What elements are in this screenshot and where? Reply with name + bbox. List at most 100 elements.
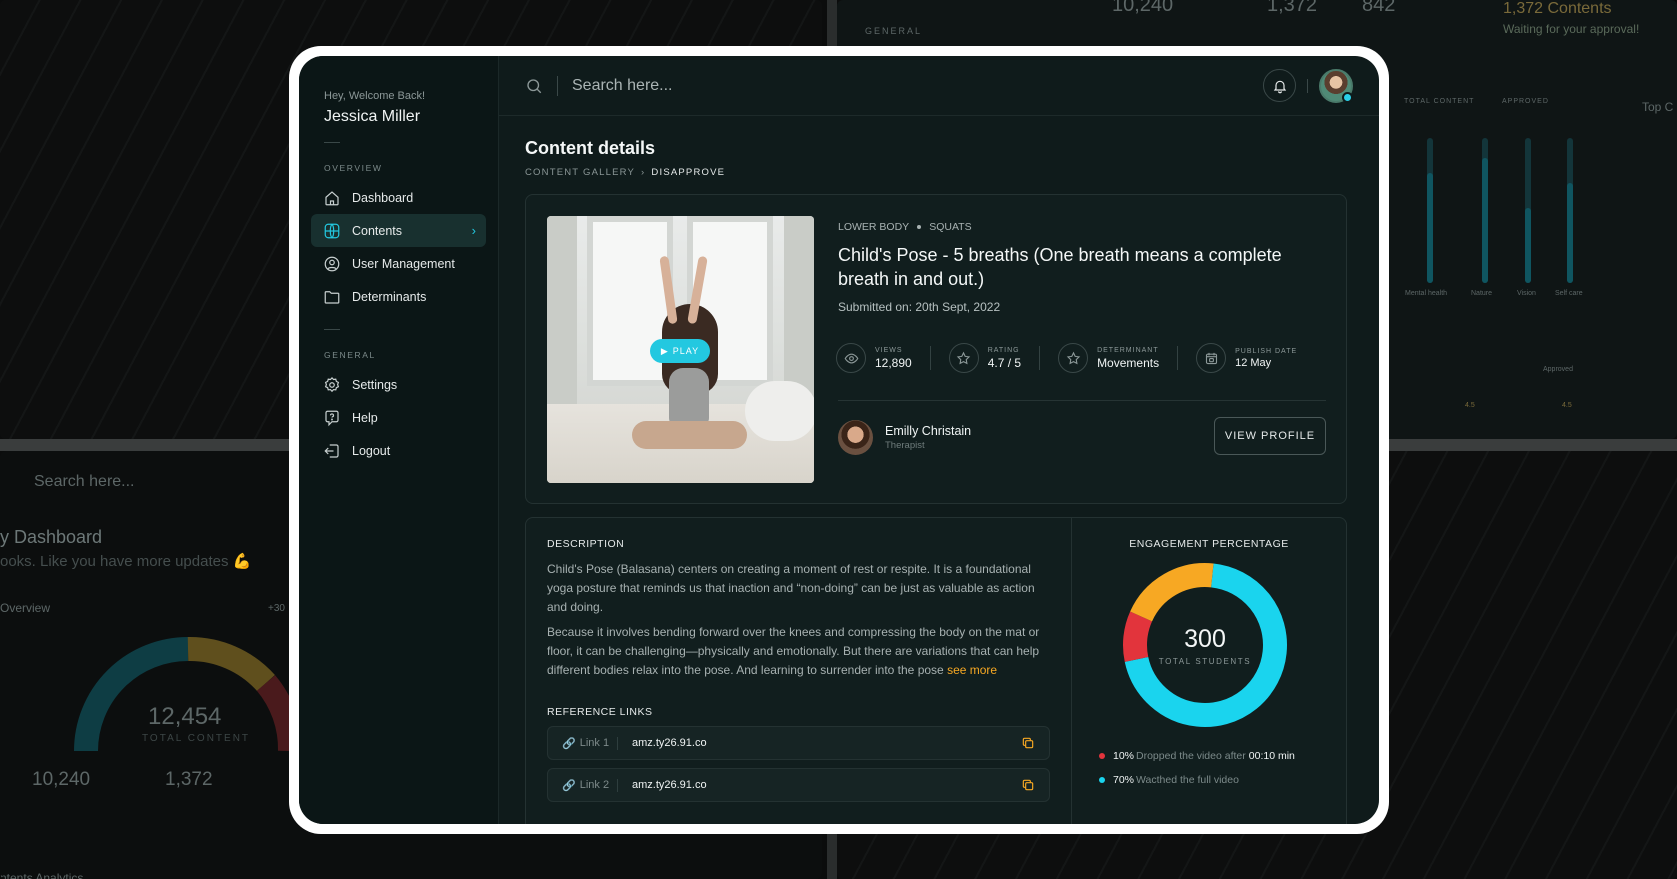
total-students-value: 300 — [1184, 624, 1226, 653]
total-students-label: TOTAL STUDENTS — [1158, 656, 1252, 666]
play-icon: ▶ — [660, 345, 669, 356]
breadcrumb-current: DISAPPROVE — [651, 167, 726, 178]
stat-label: PUBLISH DATE — [1235, 347, 1298, 355]
stat-label: DETERMINANT — [1097, 346, 1159, 354]
sidebar-divider — [324, 142, 340, 143]
breadcrumb-link[interactable]: CONTENT GALLERY — [525, 167, 635, 178]
copy-icon[interactable] — [1021, 778, 1035, 792]
description-paragraph: Child's Pose (Balasana) centers on creat… — [547, 562, 1035, 614]
main-content: Content details CONTENT GALLERY › DISAPP… — [499, 56, 1379, 824]
sidebar-item-dashboard[interactable]: Dashboard — [311, 181, 486, 214]
see-more-link[interactable]: see more — [947, 663, 997, 677]
tag: SQUATS — [929, 221, 972, 233]
sidebar-item-contents[interactable]: Contents › — [311, 214, 486, 247]
home-icon — [325, 190, 339, 205]
bg-bar — [1427, 138, 1433, 283]
breadcrumb: CONTENT GALLERY › DISAPPROVE — [525, 167, 725, 178]
engagement-heading: ENGAGEMENT PERCENTAGE — [1129, 538, 1289, 550]
bullet-separator — [917, 225, 922, 229]
stat-views: VIEWS 12,890 — [836, 343, 912, 373]
bell-icon — [1273, 80, 1286, 93]
legend-item: 10% Dropped the video after 00:10 min — [1099, 750, 1295, 762]
reference-links-heading: REFERENCE LINKS — [547, 706, 653, 718]
globe-icon — [324, 223, 340, 238]
legend-item: 70% Wacthed the full video — [1099, 774, 1295, 786]
sidebar-item-label: Help — [352, 410, 378, 425]
person-body-shape — [669, 368, 709, 426]
user-icon — [324, 256, 340, 271]
bg-bar-label: Vision — [1517, 290, 1536, 297]
sidebar: Hey, Welcome Back! Jessica Miller OVERVI… — [299, 56, 499, 824]
help-icon — [325, 410, 339, 426]
link-label-text: Link 2 — [579, 779, 610, 791]
content-tags: LOWER BODY SQUATS — [838, 221, 972, 233]
sidebar-item-settings[interactable]: Settings — [311, 368, 486, 401]
bg-stat: 10,240 — [32, 769, 91, 790]
reference-link-row: 🔗 Link 2 amz.ty26.91.co — [547, 768, 1050, 802]
link-label: 🔗 Link 2 — [562, 778, 618, 792]
bg-rating: 4.5 — [1562, 402, 1572, 409]
bg-stat: 1,372 — [165, 769, 213, 790]
author-name: Emilly Christain — [885, 424, 972, 438]
bg-rating: 4.5 — [1465, 402, 1475, 409]
view-profile-button[interactable]: VIEW PROFILE — [1214, 417, 1326, 455]
stat-divider — [929, 346, 931, 370]
gear-icon — [324, 376, 340, 392]
bg-overview: Overview — [0, 601, 51, 615]
legend-percent: 10% — [1113, 750, 1135, 762]
stat-value: 12,890 — [875, 355, 912, 370]
person-legs-shape — [632, 421, 747, 449]
link-url[interactable]: amz.ty26.91.co — [632, 737, 707, 749]
engagement-legend: 10% Dropped the video after 00:10 min 70… — [1099, 750, 1295, 798]
stat-value: 4.7 / 5 — [987, 355, 1022, 370]
app-window: Hey, Welcome Back! Jessica Miller OVERVI… — [299, 56, 1379, 824]
stat-divider — [1177, 346, 1179, 370]
welcome-text: Hey, Welcome Back! — [324, 90, 426, 102]
bg-banner-title: 1,372 Contents — [1503, 0, 1612, 17]
sidebar-item-help[interactable]: Help — [311, 401, 486, 434]
content-thumbnail[interactable]: ▶ PLAY — [547, 216, 814, 483]
stat-rating: RATING 4.7 / 5 — [948, 343, 1022, 373]
search-icon[interactable] — [525, 77, 543, 95]
stat-label: RATING — [987, 346, 1020, 354]
bg-bar-label: Nature — [1471, 290, 1493, 297]
topbar — [499, 56, 1379, 116]
tag: LOWER BODY — [838, 221, 910, 233]
description-panel: DESCRIPTION Child's Pose (Balasana) cent… — [526, 518, 1072, 824]
author-role: Therapist — [885, 440, 925, 451]
bg-title: y Dashboard — [0, 527, 103, 547]
sidebar-item-determinants[interactable]: Determinants — [311, 280, 486, 313]
content-title: Child's Pose - 5 breaths (One breath mea… — [838, 245, 1282, 289]
sidebar-item-label: Determinants — [352, 289, 427, 304]
link-url[interactable]: amz.ty26.91.co — [632, 779, 707, 791]
play-button[interactable]: ▶ PLAY — [650, 339, 710, 363]
copy-icon[interactable] — [1021, 736, 1035, 750]
chevron-right-icon: › — [641, 167, 646, 178]
sidebar-item-label: Settings — [352, 377, 398, 392]
calendar-icon — [1196, 343, 1227, 373]
content-card: ▶ PLAY LOWER BODY SQUATS Child's Pose - … — [525, 194, 1347, 504]
bg-section-label: GENERAL — [865, 26, 923, 36]
bg-subtitle: ooks. Like you have more updates 💪 — [0, 553, 252, 570]
legend-dot-cyan — [1099, 777, 1105, 783]
sidebar-item-label: Dashboard — [352, 190, 414, 205]
bg-filter: Approved — [1543, 366, 1573, 373]
content-divider — [838, 400, 1326, 401]
profile-avatar[interactable] — [1319, 68, 1353, 103]
bg-stat: 10,240 — [1112, 0, 1174, 16]
author-info: Emilly Christain Therapist — [838, 420, 971, 455]
sidebar-item-logout[interactable]: Logout — [311, 434, 486, 467]
sidebar-item-label: Contents — [352, 223, 403, 238]
link-icon: 🔗 — [562, 779, 576, 792]
bg-stat: 1,372 — [1267, 0, 1318, 16]
notifications-button[interactable] — [1263, 69, 1296, 102]
bg-stat: 842 — [1362, 0, 1396, 16]
chevron-right-icon: › — [471, 223, 476, 238]
sidebar-item-user-management[interactable]: User Management — [311, 247, 486, 280]
bg-bar — [1567, 138, 1573, 283]
legend-text: Wacthed the full video — [1136, 774, 1239, 786]
legend-dot-red — [1099, 753, 1105, 759]
author-avatar[interactable] — [838, 420, 873, 455]
bg-total-label: TOTAL CONTENT — [142, 733, 251, 744]
search-input[interactable] — [572, 76, 972, 95]
